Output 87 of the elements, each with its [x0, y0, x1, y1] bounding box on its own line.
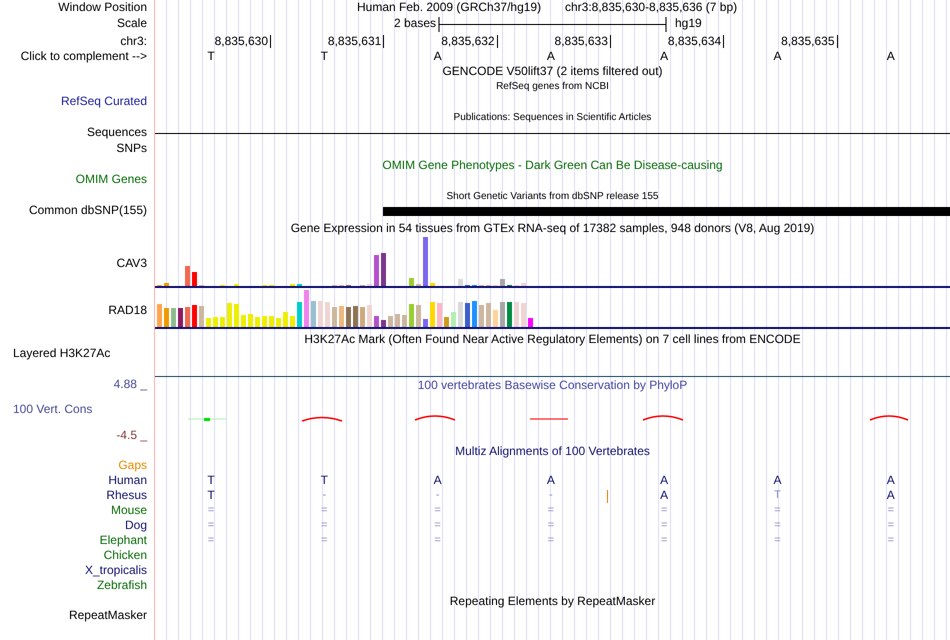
- track-label[interactable]: Window Position: [58, 0, 147, 15]
- aligned-base: =: [773, 518, 782, 533]
- aligned-base: -: [321, 488, 328, 503]
- aligned-base: =: [773, 503, 782, 518]
- aligned-base: A: [546, 473, 556, 488]
- track-label[interactable]: RefSeq Curated: [60, 94, 147, 109]
- scale-label: 2 bases: [394, 16, 436, 31]
- ruler-position: 8,835,632: [441, 35, 498, 48]
- insertion-mark[interactable]: [606, 490, 608, 503]
- base-letter[interactable]: T: [203, 49, 219, 64]
- aligned-base: =: [773, 533, 782, 548]
- aligned-base: =: [660, 503, 668, 518]
- ruler-position: 8,835,634: [668, 35, 724, 48]
- species-label: Chicken: [104, 548, 147, 563]
- aligned-base: =: [546, 503, 556, 518]
- aligned-base: A: [432, 473, 443, 488]
- aligned-base: T: [206, 473, 216, 488]
- aligned-base: A: [659, 488, 670, 503]
- base-letter[interactable]: A: [770, 49, 786, 64]
- track-label[interactable]: RepeatMasker: [68, 608, 147, 623]
- species-label: Rhesus: [106, 488, 147, 503]
- aligned-base: =: [546, 518, 556, 533]
- aligned-base: T: [206, 488, 216, 503]
- aligned-base: A: [886, 488, 896, 503]
- track-label[interactable]: Scale: [116, 16, 147, 31]
- aligned-base: =: [206, 503, 216, 518]
- ruler-position: 8,835,631: [328, 35, 384, 48]
- base-letter[interactable]: T: [316, 49, 332, 64]
- track-title: RefSeq genes from NCBI: [495, 80, 610, 94]
- track-title: Short Genetic Variants from dbSNP release 155: [446, 190, 660, 204]
- aligned-base: -: [434, 488, 440, 503]
- aligned-base: =: [206, 518, 216, 533]
- assembly-label: hg19: [675, 16, 702, 31]
- aligned-base: T: [320, 473, 329, 488]
- track-title: Gene Expression in 54 tissues from GTEx RNA-seq of 17382 samples, 948 donors (V8, Aug 2019): [290, 221, 816, 236]
- base-letter[interactable]: A: [542, 49, 559, 64]
- aligned-base: -: [548, 488, 554, 503]
- track-label[interactable]: chr3:: [120, 34, 147, 49]
- aligned-base: A: [772, 473, 782, 488]
- base-letter[interactable]: A: [430, 49, 446, 64]
- aligned-base: =: [886, 518, 896, 533]
- track-label[interactable]: CAV3: [116, 256, 147, 271]
- aligned-base: =: [320, 533, 329, 548]
- species-label: Elephant: [100, 533, 147, 548]
- species-label: Human: [108, 473, 147, 488]
- track-title: Multiz Alignments of 100 Vertebrates: [454, 444, 651, 459]
- aligned-base: A: [886, 473, 896, 488]
- species-label: X_tropicalis: [84, 563, 147, 578]
- aligned-base: =: [320, 503, 329, 518]
- aligned-base: =: [433, 533, 442, 548]
- aligned-base: =: [433, 503, 442, 518]
- track-label[interactable]: 4.88 _: [114, 377, 147, 392]
- track-label[interactable]: Common dbSNP(155): [28, 203, 147, 218]
- track-title: H3K27Ac Mark (Often Found Near Active Regulatory Elements) on 7 cell lines from ENCODE: [303, 332, 802, 347]
- track-label[interactable]: Layered H3K27Ac: [13, 346, 110, 361]
- track-title: Repeating Elements by RepeatMasker: [448, 594, 656, 609]
- aligned-base: =: [660, 533, 668, 548]
- aligned-base: =: [433, 518, 442, 533]
- track-label[interactable]: RAD18: [108, 303, 147, 318]
- aligned-base: T: [773, 488, 782, 503]
- track-label[interactable]: OMIM Genes: [76, 172, 147, 187]
- aligned-base: =: [206, 533, 216, 548]
- aligned-base: =: [886, 503, 896, 518]
- species-label: Dog: [124, 518, 147, 533]
- track-label[interactable]: Sequences: [86, 125, 147, 140]
- species-label: Zebrafish: [96, 578, 147, 593]
- species-label: Mouse: [110, 503, 147, 518]
- track-label[interactable]: Click to complement -->: [20, 49, 147, 64]
- track-title: GENCODE V50lift37 (2 items filtered out): [441, 64, 664, 79]
- ruler-position: 8,835,630: [214, 35, 271, 48]
- base-letter[interactable]: A: [882, 49, 899, 64]
- track-title: Publications: Sequences in Scientific Articles: [452, 111, 652, 125]
- track-title: OMIM Gene Phenotypes - Dark Green Can Be Disease-causing: [381, 158, 724, 173]
- aligned-base: A: [659, 473, 670, 488]
- ruler-position: 8,835,635: [781, 35, 838, 48]
- position-title: chr3:8,835,630-8,835,636 (7 bp): [565, 0, 738, 15]
- track-label[interactable]: -4.5 _: [116, 428, 147, 443]
- aligned-base: =: [320, 518, 329, 533]
- assembly-title: Human Feb. 2009 (GRCh37/hg19): [357, 0, 542, 15]
- aligned-base: =: [546, 533, 556, 548]
- track-label[interactable]: 100 Vert. Cons: [13, 402, 92, 417]
- track-title: 100 vertebrates Basewise Conservation by PhyloP: [416, 378, 688, 393]
- track-label[interactable]: SNPs: [116, 141, 147, 156]
- aligned-base: =: [886, 533, 896, 548]
- base-letter[interactable]: A: [656, 49, 672, 64]
- aligned-base: =: [660, 518, 668, 533]
- ruler-position: 8,835,633: [554, 35, 611, 48]
